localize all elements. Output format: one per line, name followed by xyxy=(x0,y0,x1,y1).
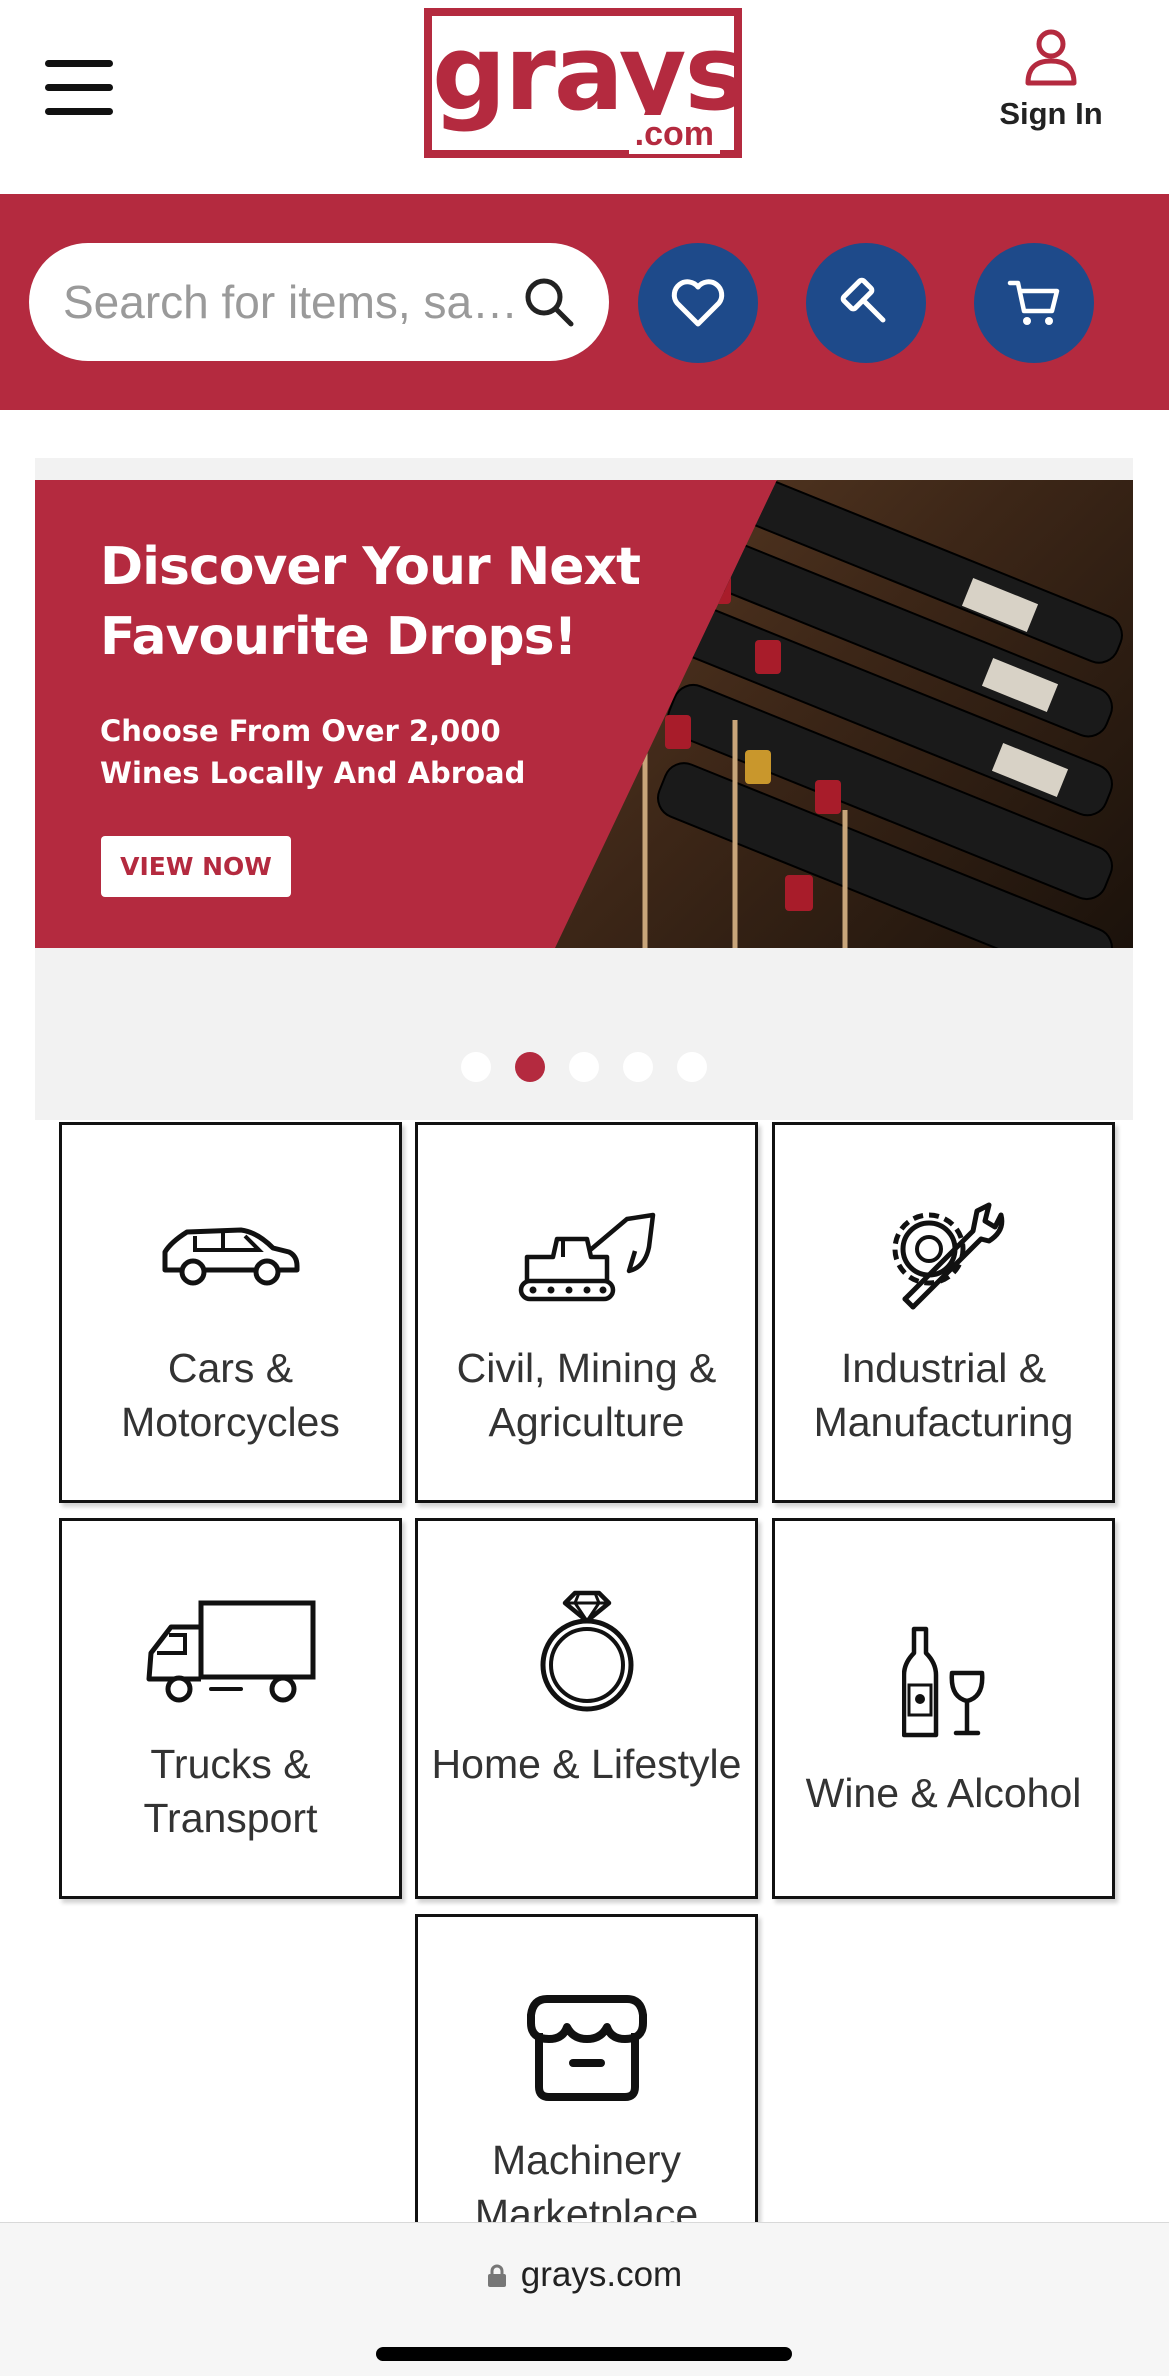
store-icon xyxy=(526,1995,647,2101)
cart-button[interactable] xyxy=(974,243,1094,363)
category-label: Cars & Motorcycles xyxy=(121,1345,340,1445)
category-tile-civil-mining[interactable]: Civil, Mining & Agriculture xyxy=(415,1122,758,1503)
wine-icon xyxy=(901,1626,984,1738)
category-label: Civil, Mining & Agriculture xyxy=(456,1345,717,1445)
carousel-dot[interactable] xyxy=(677,1052,707,1082)
sign-in-label: Sign In xyxy=(999,96,1103,131)
lock-icon xyxy=(487,2257,507,2287)
browser-url[interactable]: grays.com xyxy=(521,2255,682,2294)
carousel-pagination xyxy=(35,1052,1133,1082)
search-bar xyxy=(0,194,1169,410)
carousel-dot-active[interactable] xyxy=(515,1052,545,1082)
search-input[interactable] xyxy=(63,273,523,331)
category-tile-cars[interactable]: Cars & Motorcycles xyxy=(59,1122,402,1503)
gavel-icon xyxy=(840,277,886,323)
gear-wrench-icon xyxy=(892,1202,1004,1310)
category-label: Wine & Alcohol xyxy=(805,1770,1082,1816)
carousel-dot[interactable] xyxy=(461,1052,491,1082)
category-tile-home-lifestyle[interactable]: Home & Lifestyle xyxy=(415,1518,758,1899)
grays-logo[interactable]: grays .com xyxy=(424,8,746,158)
category-label: Industrial & Manufacturing xyxy=(813,1345,1074,1445)
carousel-dot[interactable] xyxy=(569,1052,599,1082)
sign-in-button[interactable]: Sign In xyxy=(990,28,1112,132)
watchlist-button[interactable] xyxy=(638,243,758,363)
category-tile-wine[interactable]: Wine & Alcohol xyxy=(772,1518,1115,1899)
promo-banner[interactable]: Discover Your Next Favourite Drops! Choo… xyxy=(35,480,1133,948)
category-label: Home & Lifestyle xyxy=(431,1741,742,1787)
excavator-icon xyxy=(518,1212,655,1302)
view-now-button[interactable]: VIEW NOW xyxy=(101,836,291,897)
car-icon xyxy=(162,1227,299,1286)
banner-headline: Discover Your Next Favourite Drops! xyxy=(100,537,641,667)
menu-icon[interactable] xyxy=(45,60,113,116)
cart-icon xyxy=(1007,280,1060,325)
my-bids-button[interactable] xyxy=(806,243,926,363)
category-tile-industrial[interactable]: Industrial & Manufacturing xyxy=(772,1122,1115,1503)
carousel-dot[interactable] xyxy=(623,1052,653,1082)
user-icon xyxy=(1025,29,1077,86)
banner-subtext: Choose From Over 2,000 Wines Locally And… xyxy=(100,714,526,790)
site-header: grays .com Sign In xyxy=(0,0,1169,194)
search-icon[interactable] xyxy=(523,276,575,328)
logo-domain: .com xyxy=(628,115,720,154)
promo-carousel[interactable]: Discover Your Next Favourite Drops! Choo… xyxy=(35,458,1133,1120)
search-box[interactable] xyxy=(29,243,609,361)
ring-icon xyxy=(540,1590,633,1712)
truck-icon xyxy=(146,1600,315,1703)
category-tile-trucks[interactable]: Trucks & Transport xyxy=(59,1518,402,1899)
heart-icon xyxy=(671,279,725,327)
home-indicator[interactable] xyxy=(376,2347,792,2361)
browser-address-bar[interactable]: grays.com xyxy=(0,2222,1169,2376)
category-label: Trucks & Transport xyxy=(143,1741,318,1841)
